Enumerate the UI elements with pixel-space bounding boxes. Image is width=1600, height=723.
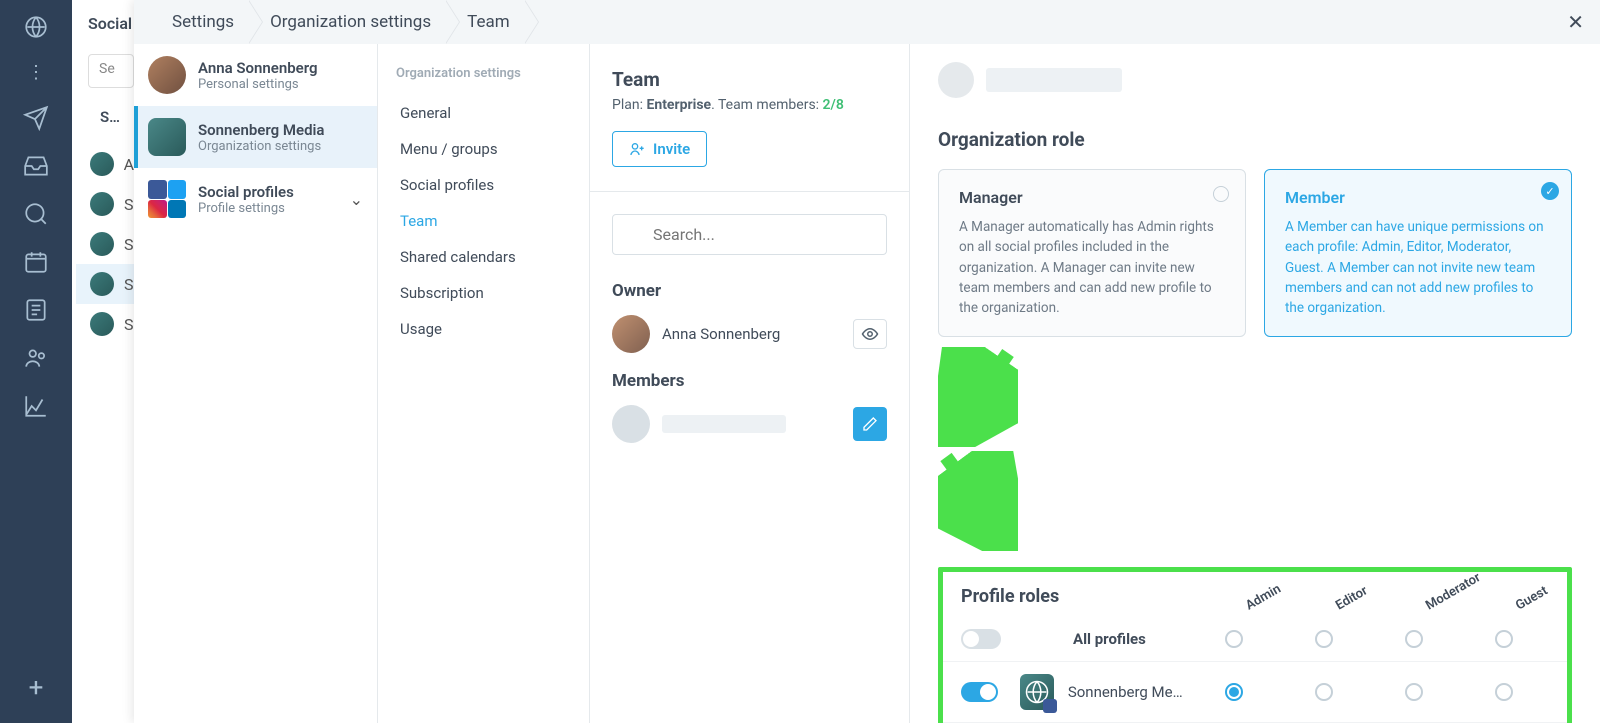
account-sub: Organization settings <box>198 139 324 154</box>
avatar <box>938 62 974 98</box>
calendar-icon[interactable] <box>23 249 49 275</box>
account-personal[interactable]: Anna Sonnenberg Personal settings <box>134 44 377 106</box>
globe-search-icon[interactable] <box>23 201 49 227</box>
radio-admin[interactable] <box>1225 630 1243 648</box>
account-sub: Personal settings <box>198 77 318 92</box>
col-moderator: Moderator <box>1423 586 1456 614</box>
radio-admin[interactable] <box>1225 683 1243 701</box>
radio-editor[interactable] <box>1315 630 1333 648</box>
radio-moderator[interactable] <box>1405 683 1423 701</box>
redacted-name <box>986 68 1122 92</box>
team-title: Team <box>612 68 887 91</box>
role-manager-card[interactable]: Manager A Manager automatically has Admi… <box>938 169 1246 337</box>
notes-icon[interactable] <box>23 297 49 323</box>
chevron-down-icon: ⌄ <box>350 190 363 209</box>
bg-search-input[interactable]: Se <box>88 54 134 88</box>
account-org[interactable]: Sonnenberg Media Organization settings <box>134 106 377 168</box>
profile-logo-icon <box>1020 674 1054 710</box>
avatar <box>148 56 186 94</box>
member-detail: Organization role Manager A Manager auto… <box>910 44 1600 723</box>
nav-subscription[interactable]: Subscription <box>396 275 571 311</box>
account-name: Sonnenberg Media <box>198 121 324 139</box>
more-icon[interactable]: ⋮ <box>27 62 45 83</box>
annotation-arrow-icon <box>938 451 1572 555</box>
avatar <box>612 315 650 353</box>
edit-icon[interactable] <box>853 407 887 441</box>
close-icon[interactable]: ✕ <box>1567 10 1584 34</box>
crumb-settings[interactable]: Settings <box>154 12 252 32</box>
col-editor: Editor <box>1333 586 1366 614</box>
nav-header: Organization settings <box>396 66 571 81</box>
owner-name: Anna Sonnenberg <box>662 325 780 343</box>
crumb-team[interactable]: Team <box>449 12 528 32</box>
crumb-org[interactable]: Organization settings <box>252 12 449 32</box>
radio-guest[interactable] <box>1495 683 1513 701</box>
social-networks-icon <box>148 180 186 218</box>
nav-menu[interactable]: Menu / groups <box>396 131 571 167</box>
add-button[interactable]: + <box>29 673 44 703</box>
breadcrumb: Settings Organization settings Team ✕ <box>134 0 1600 44</box>
analytics-icon[interactable] <box>23 393 49 419</box>
bg-page-title: Social <box>88 14 132 33</box>
team-column: Team Plan: Enterprise. Team members: 2/8… <box>590 44 910 723</box>
people-icon[interactable] <box>23 345 49 371</box>
account-selector: Anna Sonnenberg Personal settings Sonnen… <box>134 44 378 723</box>
annotation-arrow-icon <box>938 347 1572 451</box>
redacted-name <box>662 415 786 433</box>
owner-row: Anna Sonnenberg <box>612 315 887 353</box>
toggle-all[interactable] <box>961 629 1001 649</box>
avatar <box>612 405 650 443</box>
radio-icon <box>1213 186 1229 202</box>
view-icon[interactable] <box>853 319 887 349</box>
toggle-profile[interactable] <box>961 682 998 702</box>
all-profiles-label: All profiles <box>1073 630 1146 648</box>
account-sub: Profile settings <box>198 201 294 216</box>
nav-social[interactable]: Social profiles <box>396 167 571 203</box>
check-icon: ✓ <box>1541 182 1559 200</box>
profile-roles-title: Profile roles <box>961 586 1059 607</box>
role-member-card[interactable]: ✓ Member A Member can have unique permis… <box>1264 169 1572 337</box>
account-social[interactable]: Social profiles Profile settings ⌄ <box>134 168 377 230</box>
settings-modal: Settings Organization settings Team ✕ An… <box>134 0 1600 723</box>
invite-label: Invite <box>653 140 690 158</box>
owner-section: Owner <box>612 281 887 301</box>
nav-team[interactable]: Team <box>396 203 571 239</box>
logo-icon[interactable] <box>23 14 49 40</box>
radio-moderator[interactable] <box>1405 630 1423 648</box>
account-name: Social profiles <box>198 183 294 201</box>
members-section: Members <box>612 371 887 391</box>
nav-calendars[interactable]: Shared calendars <box>396 239 571 275</box>
all-profiles-row: All profiles <box>943 617 1567 662</box>
profile-name: Sonnenberg Me… <box>1068 683 1189 701</box>
col-guest: Guest <box>1513 586 1546 614</box>
radio-guest[interactable] <box>1495 630 1513 648</box>
send-icon[interactable] <box>23 105 49 131</box>
app-left-rail: ⋮ + <box>0 0 72 723</box>
org-logo-icon <box>148 118 186 156</box>
radio-editor[interactable] <box>1315 683 1333 701</box>
org-role-title: Organization role <box>938 128 1572 151</box>
nav-usage[interactable]: Usage <box>396 311 571 347</box>
col-admin: Admin <box>1243 586 1276 614</box>
account-name: Anna Sonnenberg <box>198 59 318 77</box>
member-row <box>612 405 887 443</box>
bg-profile-list: S… A S S S S <box>76 108 134 344</box>
member-search-input[interactable] <box>612 214 887 255</box>
plan-line: Plan: Enterprise. Team members: 2/8 <box>612 97 887 113</box>
inbox-icon[interactable] <box>23 153 49 179</box>
invite-button[interactable]: Invite <box>612 131 707 167</box>
settings-nav: Organization settings General Menu / gro… <box>378 44 590 723</box>
profile-roles-box: Profile roles Admin Editor Moderator Gue… <box>938 567 1572 723</box>
nav-general[interactable]: General <box>396 95 571 131</box>
profile-row: Sonnenberg Me… <box>943 662 1567 723</box>
